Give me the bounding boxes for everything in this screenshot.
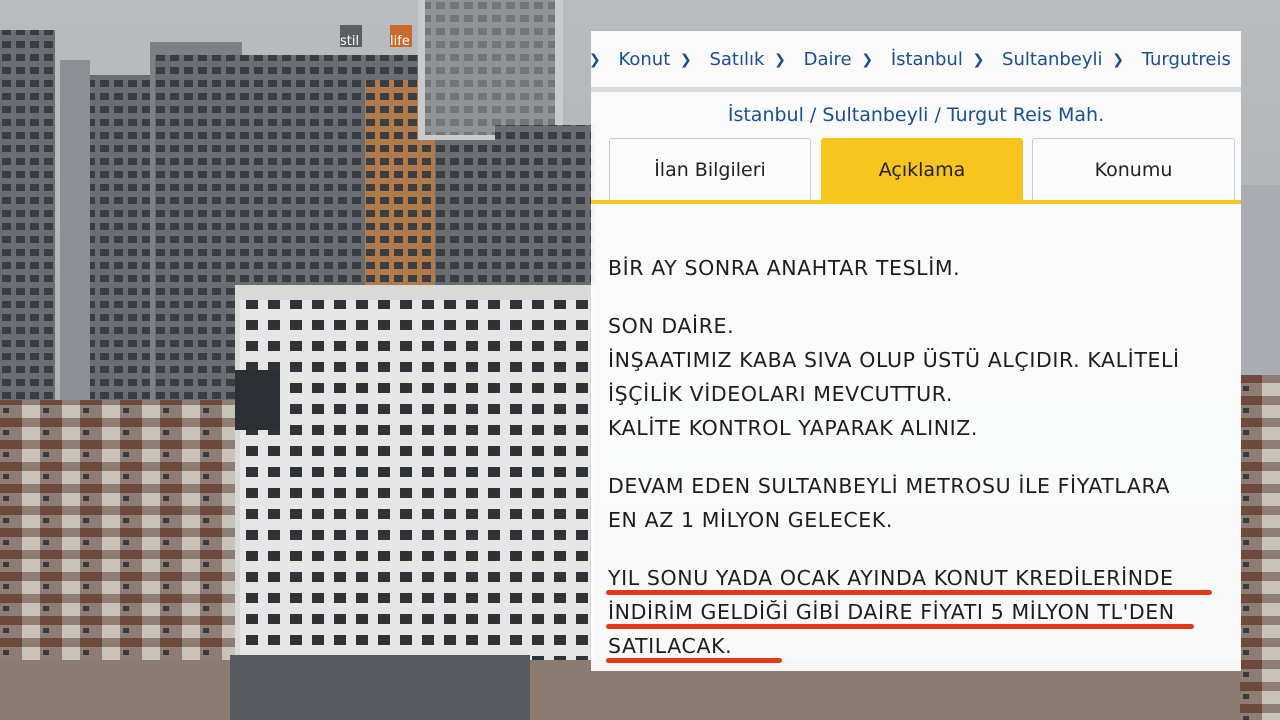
description-line: SON DAİRE. bbox=[608, 314, 735, 338]
tab-aciklama[interactable]: Açıklama bbox=[821, 138, 1023, 200]
chevron-right-icon: ❯ bbox=[680, 52, 692, 68]
location-link[interactable]: İstanbul / Sultanbeyli / Turgut Reis Mah… bbox=[591, 104, 1241, 126]
description-line: DEVAM EDEN SULTANBEYLİ METROSU İLE FİYAT… bbox=[608, 474, 1171, 498]
listing-panel: ❯ Konut ❯ Satılık ❯ Daire ❯ İstanbul ❯ S… bbox=[591, 31, 1241, 671]
svg-text:life: life bbox=[390, 34, 410, 49]
description-line: BİR AY SONRA ANAHTAR TESLİM. bbox=[608, 256, 961, 280]
active-tab-indicator bbox=[591, 200, 1241, 204]
description-paragraph: DEVAM EDEN SULTANBEYLİ METROSU İLE FİYAT… bbox=[608, 469, 1233, 537]
breadcrumb-item-istanbul[interactable]: İstanbul bbox=[891, 49, 963, 70]
tab-ilan-bilgileri[interactable]: İlan Bilgileri bbox=[609, 138, 811, 200]
description-paragraph: BİR AY SONRA ANAHTAR TESLİM. bbox=[608, 251, 1233, 285]
description-line: İŞÇİLİK VİDEOLARI MEVCUTTUR. bbox=[608, 382, 954, 406]
breadcrumb-item-satilik[interactable]: Satılık bbox=[709, 49, 764, 70]
svg-text:stil: stil bbox=[340, 34, 359, 49]
description-line: İNŞAATIMIZ KABA SIVA OLUP ÜSTÜ ALÇIDIR. … bbox=[608, 348, 1180, 372]
description-line: İNDİRİM GELDİĞİ GİBİ DAİRE FİYATI 5 MİLY… bbox=[608, 600, 1175, 624]
highlight-underline bbox=[606, 624, 1194, 629]
breadcrumb: ❯ Konut ❯ Satılık ❯ Daire ❯ İstanbul ❯ S… bbox=[591, 49, 1241, 77]
description-paragraph: SON DAİRE. İNŞAATIMIZ KABA SIVA OLUP ÜST… bbox=[608, 309, 1233, 445]
breadcrumb-item-turgutreis[interactable]: Turgutreis bbox=[1142, 49, 1231, 70]
tab-bar: İlan Bilgileri Açıklama Konumu bbox=[609, 138, 1237, 202]
description-line: KALİTE KONTROL YAPARAK ALINIZ. bbox=[608, 416, 979, 440]
chevron-right-icon: ❯ bbox=[1112, 52, 1125, 68]
chevron-right-icon: ❯ bbox=[774, 52, 786, 68]
highlight-underline bbox=[606, 590, 1212, 595]
description-text: BİR AY SONRA ANAHTAR TESLİM. SON DAİRE. … bbox=[606, 251, 1233, 663]
breadcrumb-item-konut[interactable]: Konut bbox=[618, 49, 670, 70]
tab-konumu[interactable]: Konumu bbox=[1032, 138, 1235, 200]
description-line: EN AZ 1 MİLYON GELECEK. bbox=[608, 508, 894, 532]
breadcrumb-divider bbox=[591, 87, 1241, 92]
description-line: SATILACAK. bbox=[608, 634, 733, 658]
description-line: YIL SONU YADA OCAK AYINDA KONUT KREDİLER… bbox=[608, 566, 1174, 590]
chevron-right-icon: ❯ bbox=[591, 52, 601, 68]
highlight-underline bbox=[606, 658, 782, 663]
breadcrumb-item-daire[interactable]: Daire bbox=[804, 49, 852, 70]
highlighted-paragraph: YIL SONU YADA OCAK AYINDA KONUT KREDİLER… bbox=[606, 561, 1233, 663]
chevron-right-icon: ❯ bbox=[972, 52, 985, 68]
breadcrumb-item-sultanbeyli[interactable]: Sultanbeyli bbox=[1002, 49, 1103, 70]
chevron-right-icon: ❯ bbox=[861, 52, 874, 68]
